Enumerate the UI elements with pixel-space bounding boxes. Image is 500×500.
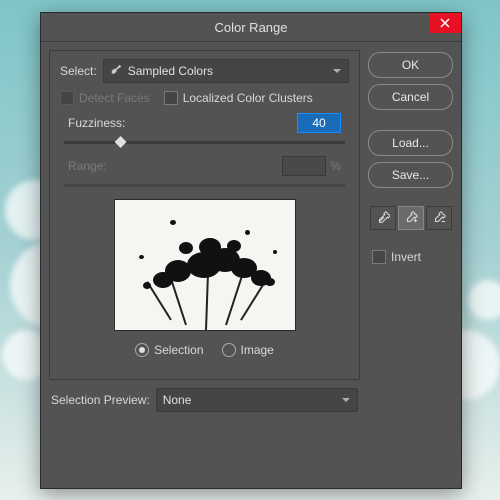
localized-checkbox[interactable] <box>164 91 178 105</box>
invert-checkbox[interactable] <box>372 250 386 264</box>
detect-faces-checkbox <box>60 91 74 105</box>
eyedropper-subtract[interactable] <box>426 206 452 230</box>
selection-radio[interactable] <box>135 343 149 357</box>
close-button[interactable] <box>429 13 461 33</box>
eyedropper-icon <box>110 64 124 78</box>
image-radio-label: Image <box>241 343 274 357</box>
fuzziness-input[interactable]: 40 <box>297 113 341 133</box>
ok-button[interactable]: OK <box>368 52 453 78</box>
save-button[interactable]: Save... <box>368 162 453 188</box>
eyedropper-icon <box>376 211 390 225</box>
detect-faces-label: Detect Faces <box>79 91 150 105</box>
eyedropper-add[interactable] <box>398 206 424 230</box>
range-slider <box>64 184 345 187</box>
selection-preview-label: Selection Preview: <box>51 393 150 407</box>
color-range-dialog: Color Range Select: Sampled Colors Detec… <box>40 12 462 489</box>
selection-preview-value: None <box>163 393 192 407</box>
invert-label: Invert <box>391 250 421 264</box>
range-input <box>282 156 326 176</box>
dialog-title: Color Range <box>215 20 288 35</box>
fuzziness-label: Fuzziness: <box>68 116 125 130</box>
preview-thumbnail <box>114 199 296 331</box>
image-radio[interactable] <box>222 343 236 357</box>
main-group: Select: Sampled Colors Detect Faces Loca… <box>49 50 360 380</box>
select-dropdown[interactable]: Sampled Colors <box>103 59 349 83</box>
eyedropper-sample[interactable] <box>370 206 396 230</box>
selection-radio-label: Selection <box>154 343 203 357</box>
fuzziness-thumb[interactable] <box>115 136 127 148</box>
select-label: Select: <box>60 64 97 78</box>
cancel-button[interactable]: Cancel <box>368 84 453 110</box>
selection-preview-dropdown[interactable]: None <box>156 388 358 412</box>
eyedropper-minus-icon <box>432 211 446 225</box>
range-label: Range: <box>68 159 107 173</box>
fuzziness-slider[interactable] <box>64 141 345 144</box>
eyedropper-plus-icon <box>404 211 418 225</box>
load-button[interactable]: Load... <box>368 130 453 156</box>
titlebar: Color Range <box>41 13 461 42</box>
percent-label: % <box>330 159 341 173</box>
localized-label: Localized Color Clusters <box>183 91 313 105</box>
select-value: Sampled Colors <box>128 64 213 78</box>
